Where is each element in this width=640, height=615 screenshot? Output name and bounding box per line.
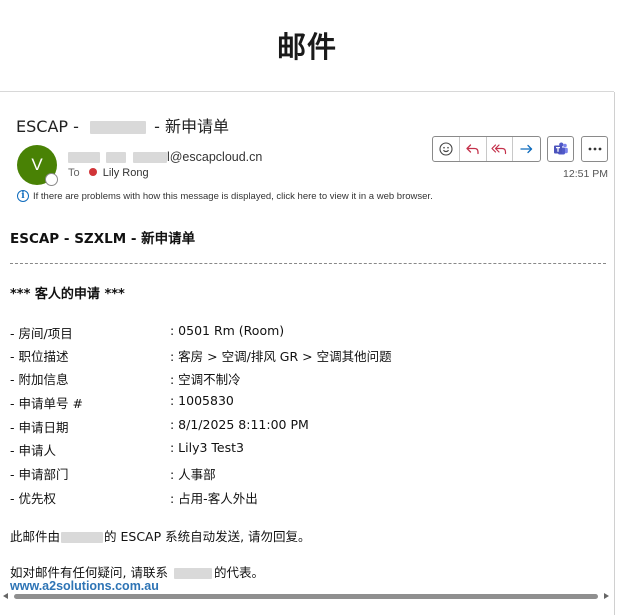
field-value: : 客房 > 空调/排风 GR > 空调其他问题 (170, 349, 392, 364)
dashed-divider (10, 263, 606, 264)
field-row: - 优先权 : 占用-客人外出 (10, 488, 570, 506)
forward-button[interactable] (513, 137, 540, 161)
footer-1-prefix: 此邮件由 (10, 529, 61, 544)
app-header: 邮件 (0, 0, 614, 92)
recipient-name[interactable]: Lily Rong (103, 167, 149, 179)
subject-suffix: - 新申请单 (154, 117, 229, 136)
redacted-text (68, 152, 100, 164)
footer-2-prefix: 如对邮件有任何疑问, 请联系 (10, 565, 168, 580)
footer-auto-sent-note: 此邮件由 的 ESCAP 系统自动发送, 请勿回复。 (10, 526, 311, 545)
info-bar[interactable]: i If there are problems with how this me… (17, 190, 433, 202)
more-actions-button[interactable] (581, 136, 608, 162)
field-value: : 占用-客人外出 (170, 491, 258, 506)
to-label: To (68, 167, 80, 179)
message-subject: ESCAP - - 新申请单 (16, 113, 229, 137)
info-icon: i (17, 190, 29, 202)
reply-all-icon (491, 144, 507, 155)
action-button-group (432, 136, 541, 162)
reply-all-button[interactable] (487, 137, 514, 161)
busy-status-icon (88, 168, 97, 176)
presence-status-icon (45, 173, 58, 186)
footer-2-suffix: 的代表。 (213, 565, 264, 580)
field-row: - 申请部门 : 人事部 (10, 464, 570, 482)
redacted-text (106, 152, 127, 164)
field-value: : 空调不制冷 (170, 372, 241, 387)
field-label: - 申请单号 # (10, 396, 83, 411)
website-link[interactable]: www.a2solutions.com.au (10, 579, 159, 593)
sender-address-text: l@escapcloud.cn (166, 150, 263, 164)
subject-prefix: ESCAP - (16, 117, 79, 136)
field-row: - 申请人 : Lily3 Test3 (10, 440, 570, 458)
info-bar-text: If there are problems with how this mess… (33, 190, 433, 202)
teams-icon (553, 142, 568, 155)
reply-button[interactable] (460, 137, 487, 161)
field-label: - 职位描述 (10, 349, 69, 364)
body-title: ESCAP - SZXLM - 新申请单 (10, 231, 196, 247)
scrollbar-thumb[interactable] (14, 594, 598, 599)
sender-address[interactable]: l@escapcloud.cn (68, 150, 262, 164)
more-icon (588, 147, 601, 151)
smiley-icon (439, 142, 453, 156)
field-label: - 申请日期 (10, 420, 69, 435)
field-row: - 申请日期 : 8/1/2025 8:11:00 PM (10, 417, 570, 435)
field-value: : 0501 Rm (Room) (170, 323, 285, 338)
field-value: : Lily3 Test3 (170, 440, 244, 455)
pane-divider (614, 92, 615, 615)
footer-1-suffix: 的 ESCAP 系统自动发送, 请勿回复。 (104, 529, 311, 544)
field-label: - 申请部门 (10, 467, 69, 482)
reply-icon (466, 144, 479, 155)
field-row: - 附加信息 : 空调不制冷 (10, 369, 570, 387)
redacted-text (173, 568, 212, 579)
redacted-text (61, 532, 104, 543)
forward-icon (520, 144, 533, 154)
field-label: - 申请人 (10, 443, 56, 458)
field-row: - 房间/项目 : 0501 Rm (Room) (10, 323, 570, 341)
teams-button[interactable] (547, 136, 574, 162)
field-row: - 职位描述 : 客房 > 空调/排风 GR > 空调其他问题 (10, 346, 570, 364)
message-timestamp: 12:51 PM (563, 168, 608, 180)
field-row: - 申请单号 # : 1005830 (10, 393, 570, 411)
field-label: - 附加信息 (10, 372, 69, 387)
field-value: : 人事部 (170, 467, 216, 482)
scroll-left-icon[interactable] (3, 593, 8, 599)
field-value: : 8/1/2025 8:11:00 PM (170, 417, 309, 432)
section-heading: *** 客人的申请 *** (10, 287, 125, 302)
horizontal-scrollbar[interactable] (0, 593, 614, 599)
reaction-button[interactable] (433, 137, 460, 161)
recipient-line: To Lily Rong (68, 167, 149, 179)
field-label: - 房间/项目 (10, 326, 73, 341)
field-label: - 优先权 (10, 491, 56, 506)
redacted-text (89, 121, 146, 134)
scroll-right-icon[interactable] (604, 593, 609, 599)
app-title: 邮件 (276, 30, 337, 64)
redacted-text (132, 152, 167, 164)
field-value: : 1005830 (170, 393, 234, 408)
